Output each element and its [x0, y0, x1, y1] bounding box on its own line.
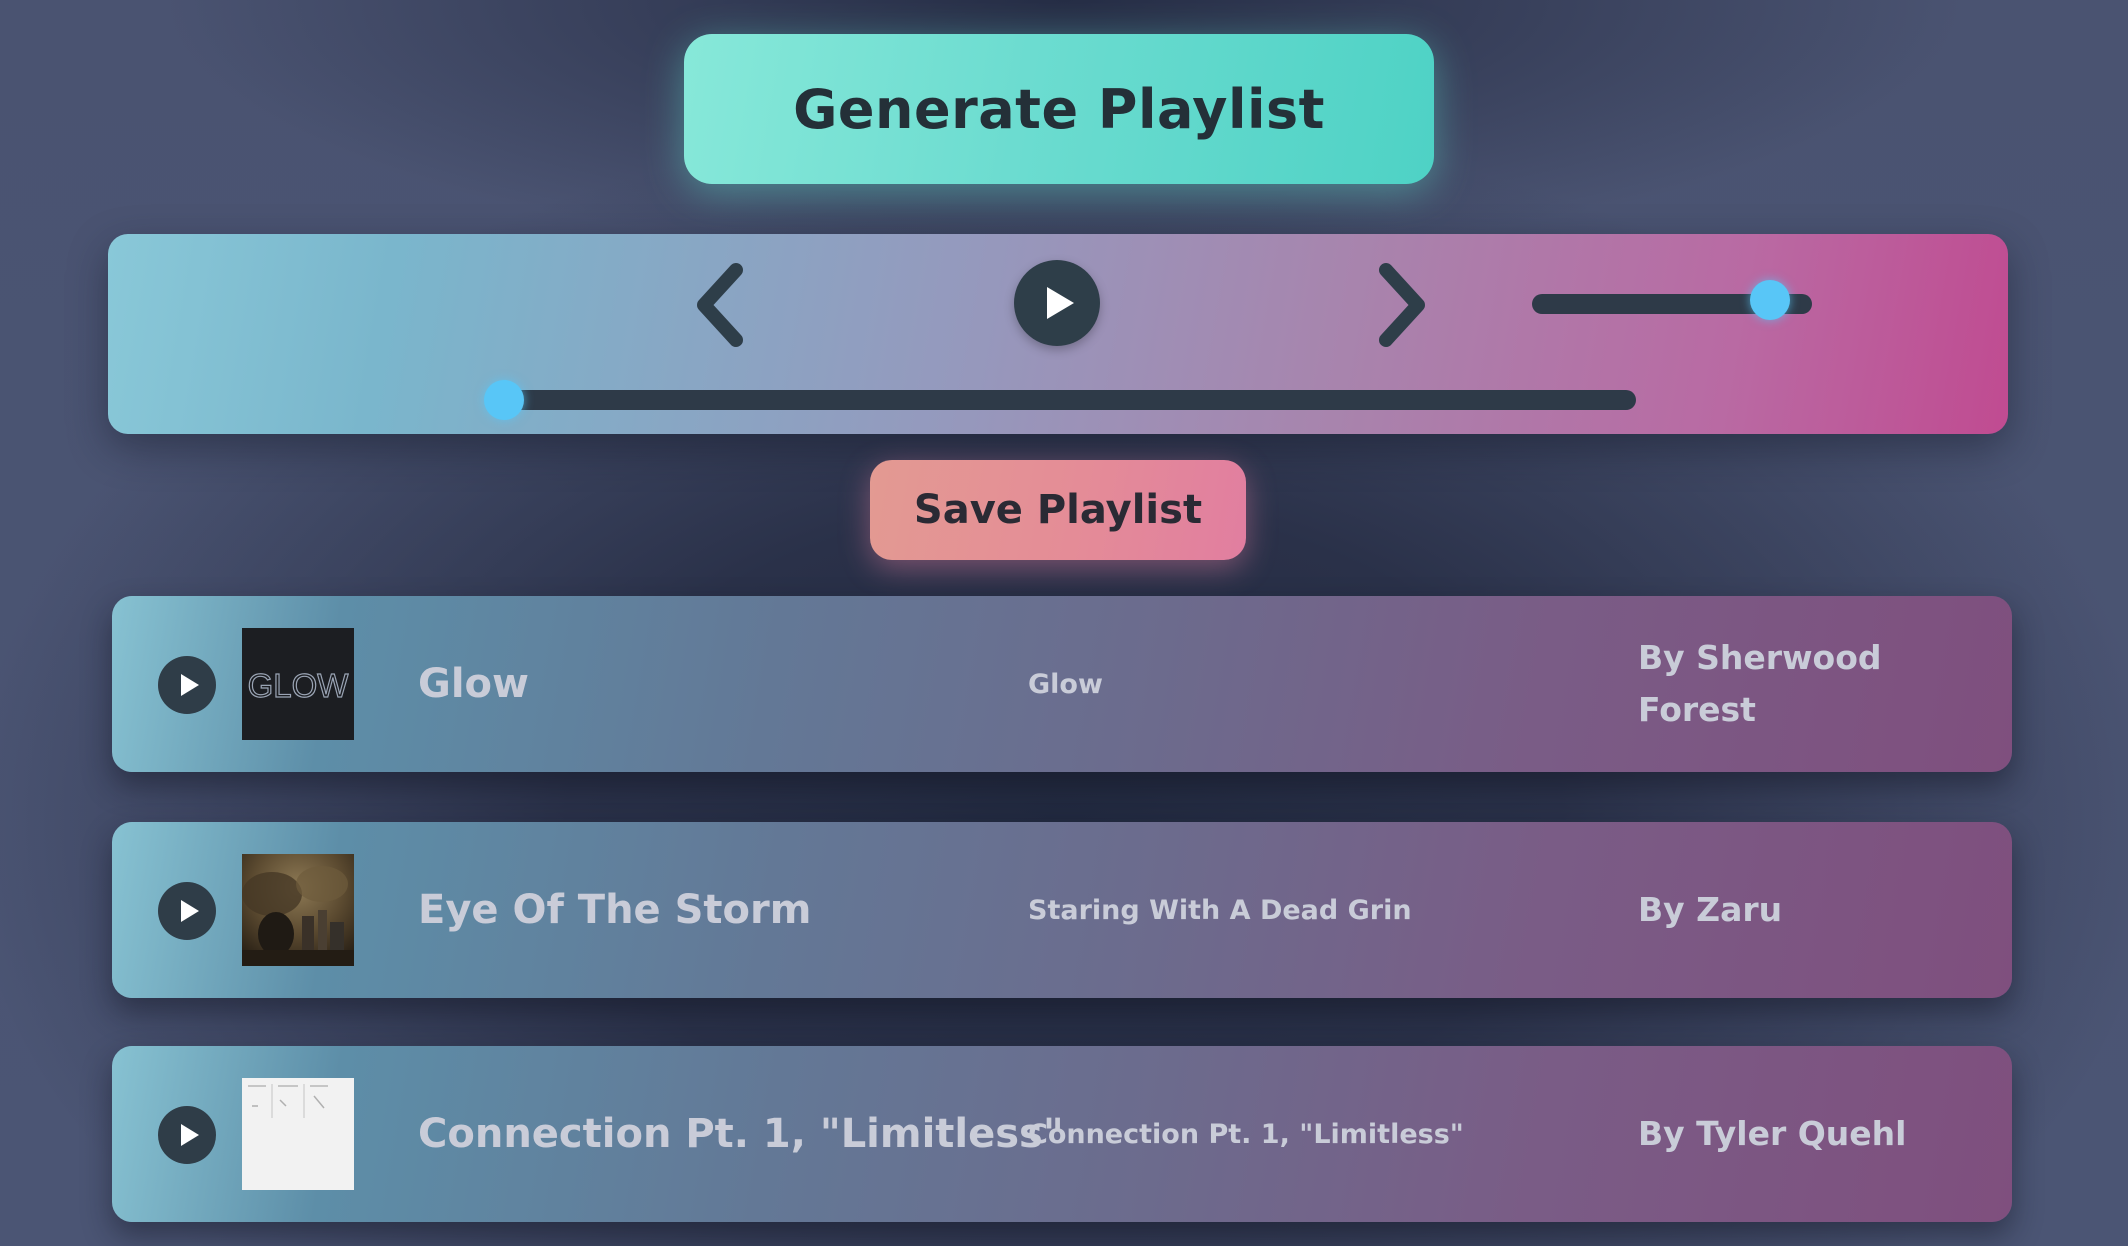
track-row: Connection Pt. 1, "Limitless" Connection…: [112, 1046, 2012, 1222]
album-cover: GLOW: [242, 628, 354, 740]
album-cover: [242, 854, 354, 966]
track-artist: By Sherwood Forest: [1638, 638, 1882, 729]
album-cover: [242, 1078, 354, 1190]
track-play-button[interactable]: [158, 1106, 216, 1164]
chevron-left-icon: [697, 263, 743, 347]
progress-slider-thumb[interactable]: [484, 380, 524, 420]
track-artist: By Zaru: [1638, 890, 1783, 929]
track-artist: By Tyler Quehl: [1638, 1114, 1907, 1153]
cover-text: GLOW: [248, 667, 350, 704]
track-row: GLOW Glow Glow By Sherwood Forest: [112, 596, 2012, 772]
volume-slider-thumb[interactable]: [1750, 280, 1790, 320]
track-play-button[interactable]: [158, 882, 216, 940]
album-cover-art: [242, 1078, 354, 1190]
generate-playlist-label: Generate Playlist: [793, 77, 1325, 141]
save-playlist-label: Save Playlist: [913, 487, 1203, 533]
track-title: Glow: [418, 661, 529, 707]
track-title: Eye Of The Storm: [418, 887, 812, 933]
track-album: Connection Pt. 1, "Limitless": [1028, 1118, 1464, 1150]
album-cover-art: [242, 854, 354, 966]
play-icon: [1047, 287, 1074, 319]
next-button[interactable]: [1364, 260, 1434, 350]
play-icon: [181, 674, 199, 696]
player-bar: [108, 234, 2008, 434]
track-album: Staring With A Dead Grin: [1028, 894, 1412, 926]
progress-slider[interactable]: [504, 390, 1636, 410]
track-play-button[interactable]: [158, 656, 216, 714]
track-row: Eye Of The Storm Staring With A Dead Gri…: [112, 822, 2012, 998]
previous-button[interactable]: [688, 260, 758, 350]
track-album: Glow: [1028, 668, 1103, 700]
generate-playlist-button[interactable]: Generate Playlist: [684, 34, 1434, 184]
play-pause-button[interactable]: [1014, 260, 1100, 346]
play-icon: [181, 1124, 199, 1146]
save-playlist-button[interactable]: Save Playlist: [870, 460, 1246, 560]
chevron-right-icon: [1379, 263, 1425, 347]
track-title: Connection Pt. 1, "Limitless": [418, 1111, 1064, 1157]
play-icon: [181, 900, 199, 922]
album-cover-art: GLOW: [242, 628, 354, 740]
